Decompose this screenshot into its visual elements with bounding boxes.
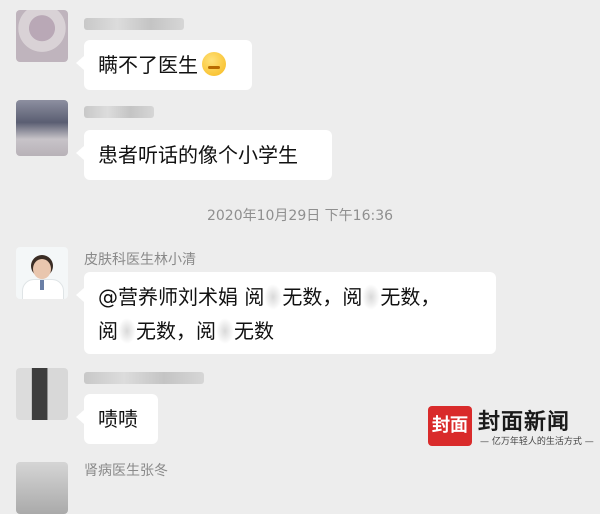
message-bubble[interactable]: @营养师刘术娟 阅无数，阅 无数， 阅无数，阅 无数 (76, 272, 496, 354)
message-line: @营养师刘术娟 阅无数，阅 无数， (98, 280, 482, 314)
watermark-title: 封面新闻 (478, 410, 571, 435)
blur-patch (264, 284, 283, 310)
chat-timestamp: 2020年10月29日 下午16:36 (206, 208, 394, 224)
watermark-logo: 封面 (428, 406, 472, 446)
avatar[interactable] (16, 368, 68, 420)
avatar[interactable] (16, 10, 68, 62)
watermark-subtitle: — 亿万年轻人的生活方式 — (480, 437, 594, 447)
thinking-face-emoji (202, 52, 226, 76)
message-text: 啧啧 (98, 407, 138, 431)
message-text: 阅 (98, 319, 118, 343)
avatar[interactable] (16, 247, 68, 299)
message-bubble[interactable]: 啧啧 (76, 394, 158, 444)
message-text: 无数，阅 (282, 285, 363, 309)
message-text: 无数 (234, 319, 274, 343)
nickname-blurred (84, 18, 184, 30)
message-text: 患者听话的像个小学生 (98, 143, 298, 167)
message-text: @营养师刘术娟 阅 (98, 285, 265, 309)
news-watermark: 封面 封面新闻 — 亿万年轻人的生活方式 — (428, 404, 594, 450)
blur-patch (216, 318, 234, 344)
avatar-face (33, 259, 51, 279)
avatar-tie (40, 280, 44, 290)
message-text: 无数， (380, 285, 441, 309)
message-bubble[interactable]: 瞒不了医生 (76, 40, 252, 90)
message-line: 阅无数，阅 无数 (98, 314, 482, 348)
nickname-blurred (84, 372, 204, 384)
sender-name: 皮肤科医生林小清 (84, 252, 196, 268)
blur-patch (362, 284, 381, 310)
avatar[interactable] (16, 100, 68, 156)
message-text: 无数，阅 (136, 319, 216, 343)
sender-name: 肾病医生张冬 (84, 463, 168, 479)
message-bubble[interactable]: 患者听话的像个小学生 (76, 130, 332, 180)
nickname-blurred (84, 106, 154, 118)
blur-patch (118, 318, 136, 344)
message-text: 瞒不了医生 (98, 53, 198, 77)
